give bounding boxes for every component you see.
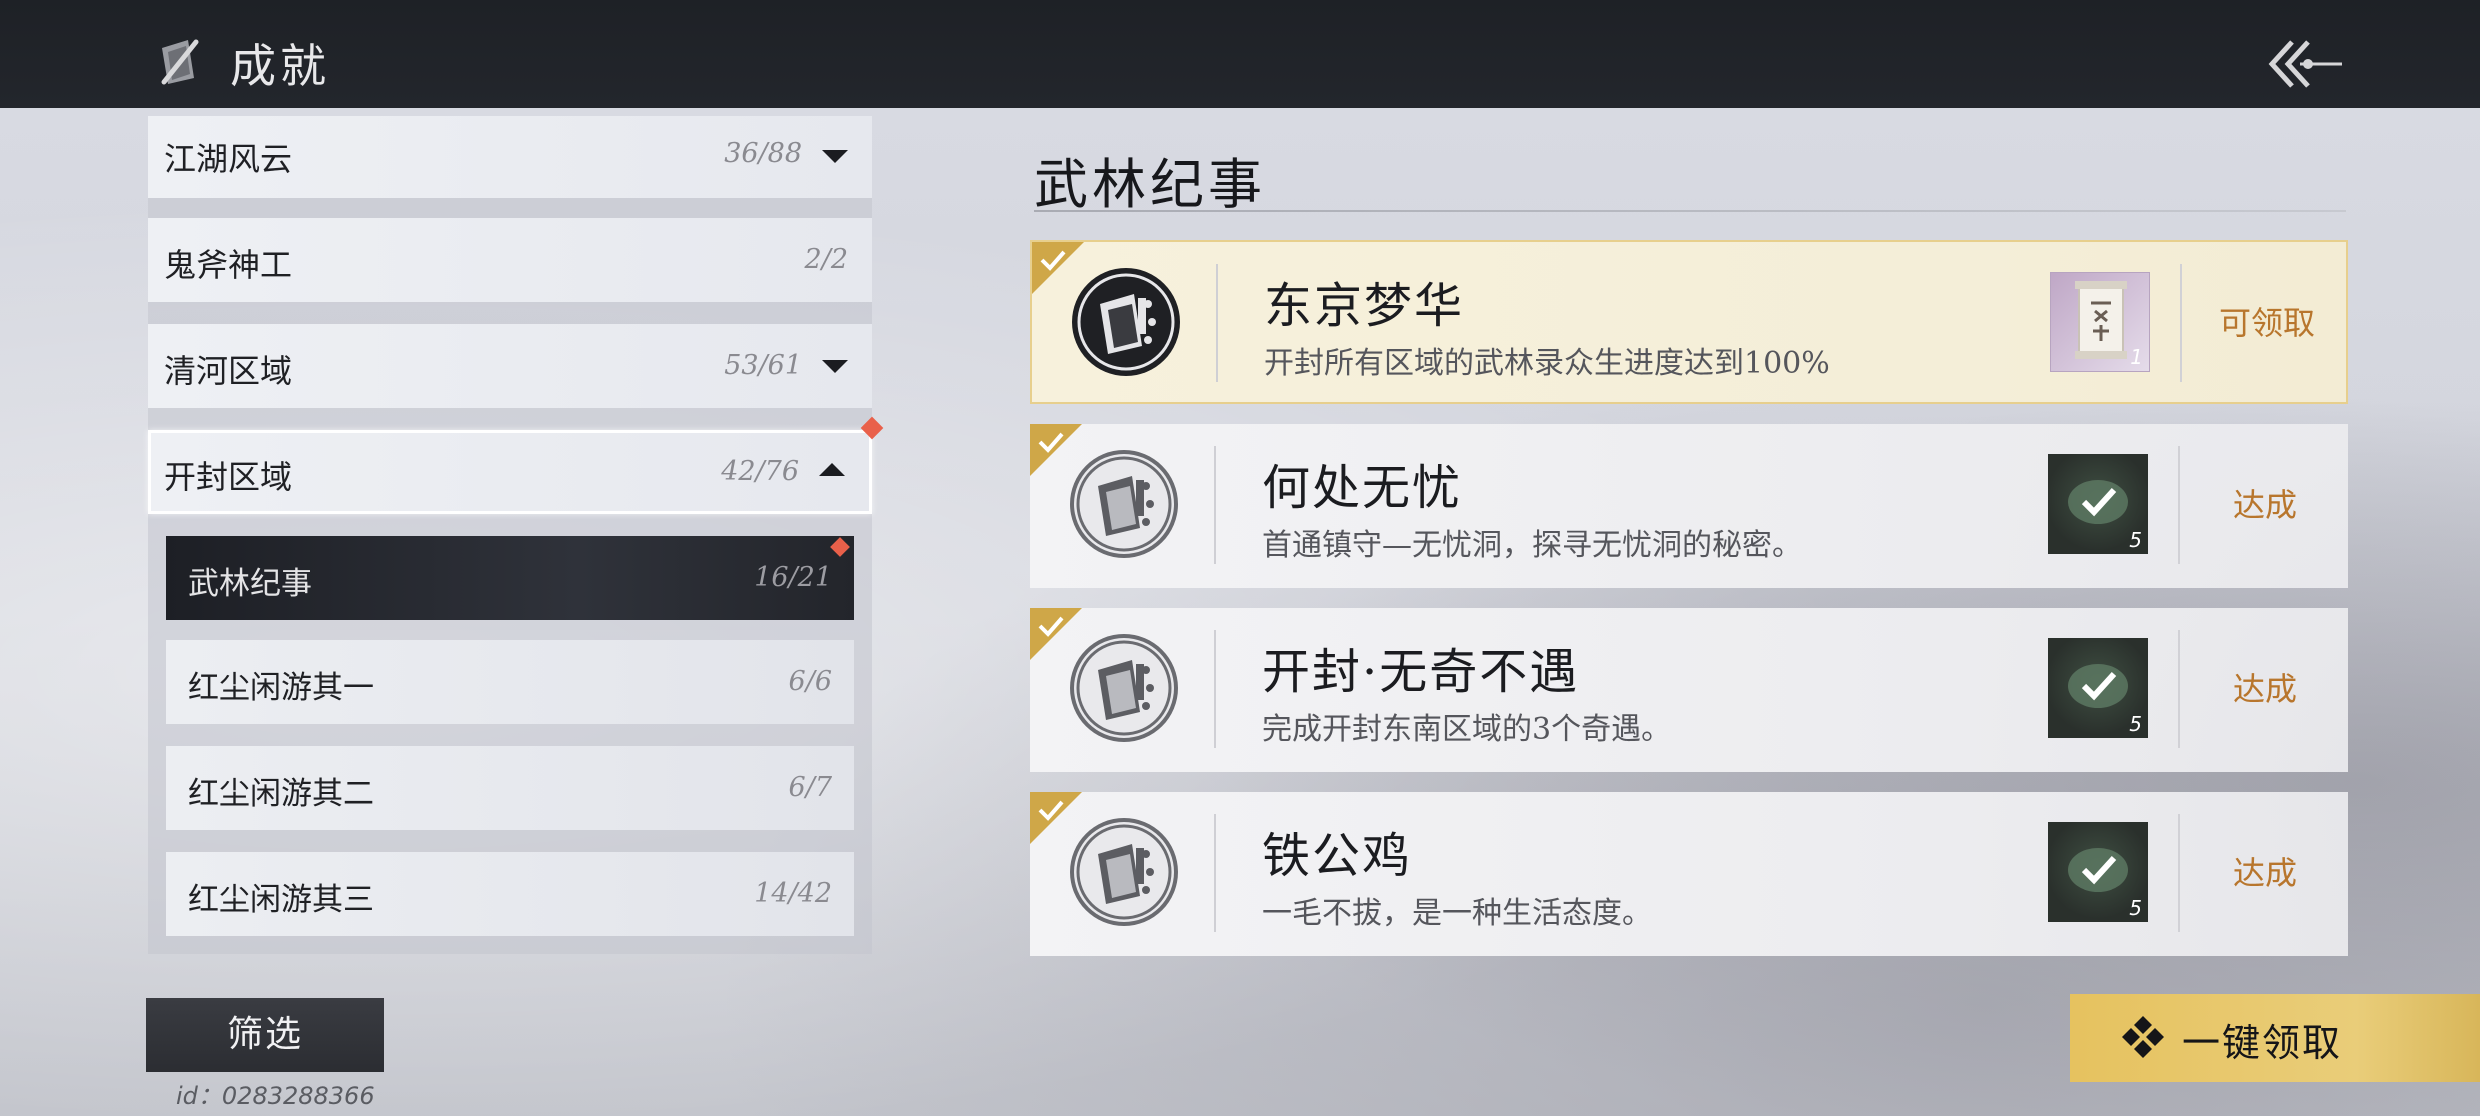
subcategory-count: 6/7 [788,772,832,803]
achievement-medal-icon [1070,450,1178,558]
reward-item[interactable]: 5 [2048,638,2148,738]
achievement-name: 何处无忧 [1262,460,1463,516]
subcategory-wulin[interactable]: 武林纪事 16/21 [166,536,854,620]
category-kaifeng[interactable]: 开封区域 42/76 [148,430,872,514]
card-divider [1214,630,1216,748]
reward-item[interactable]: 1 [2050,272,2150,372]
achievement-medal-icon [1072,268,1180,376]
claim-status-button[interactable]: 可领取 [2192,298,2342,344]
reward-quantity: 5 [2129,896,2142,920]
filter-button[interactable]: 筛选 [146,998,384,1072]
subcategory-label: 红尘闲游其二 [188,776,374,812]
top-bar: 成就 [0,0,2480,108]
achievement-card[interactable]: 铁公鸡 一毛不拔，是一种生活态度。 5 达成 [1030,792,2348,956]
double-chevron-back-icon[interactable] [2262,36,2342,92]
card-divider [2180,264,2182,382]
category-count: 42/76 [721,456,799,487]
diamond-cluster-icon [2122,1016,2164,1058]
subcategory-hongchen-2[interactable]: 红尘闲游其二 6/7 [166,746,854,830]
subcategory-hongchen-1[interactable]: 红尘闲游其一 6/6 [166,640,854,724]
card-divider [1214,446,1216,564]
card-divider [1214,814,1216,932]
category-label: 清河区域 [164,352,293,390]
category-count: 53/61 [724,350,802,381]
section-divider [1034,210,2346,212]
category-jianghu[interactable]: 江湖风云 36/88 [148,116,872,198]
reward-quantity: 5 [2129,712,2142,736]
chevron-up-icon [819,463,845,476]
subcategory-label: 红尘闲游其三 [188,882,374,918]
card-divider [2178,446,2180,564]
brush-scroll-icon [161,39,199,85]
category-qinghe[interactable]: 清河区域 53/61 [148,324,872,408]
card-divider [2178,630,2180,748]
achievement-name: 开封·无奇不遇 [1262,644,1580,700]
subcategory-label: 红尘闲游其一 [188,670,374,706]
achievement-status: 达成 [2232,854,2297,892]
page-title: 成就 [230,39,330,93]
subcategory-count: 16/21 [754,562,832,593]
category-count: 36/88 [724,138,802,169]
achievement-name: 铁公鸡 [1262,828,1413,884]
reward-item[interactable]: 5 [2048,822,2148,922]
subcategory-label: 武林纪事 [188,566,312,602]
subcategory-count: 14/42 [754,878,832,909]
subcategory-count: 6/6 [788,666,832,697]
category-label: 开封区域 [164,458,293,496]
achievement-desc: 完成开封东南区域的3个奇遇。 [1262,712,1672,747]
claim-all-button[interactable]: 一键领取 [2070,994,2480,1082]
achievement-desc: 首通镇守—无忧洞，探寻无忧洞的秘密。 [1262,528,1802,563]
subcategory-hongchen-3[interactable]: 红尘闲游其三 14/42 [166,852,854,936]
reward-item[interactable]: 5 [2048,454,2148,554]
achievement-card[interactable]: 何处无忧 首通镇守—无忧洞，探寻无忧洞的秘密。 5 达成 [1030,424,2348,588]
achievement-medal-icon [1070,818,1178,926]
chevron-down-icon [822,360,848,373]
section-title: 武林纪事 [1034,153,1266,216]
card-divider [1216,264,1218,382]
reward-quantity: 5 [2129,528,2142,552]
user-id-label: id：0283288366 [176,1082,375,1110]
achievement-status: 达成 [2232,486,2297,524]
achievement-status: 达成 [2232,670,2297,708]
category-guifu[interactable]: 鬼斧神工 2/2 [148,218,872,302]
achievement-desc: 一毛不拔，是一种生活态度。 [1262,896,1652,931]
card-divider [2178,814,2180,932]
category-label: 江湖风云 [164,140,293,178]
claim-all-label: 一键领取 [2182,1021,2343,1065]
category-count: 2/2 [804,244,848,275]
category-label: 鬼斧神工 [164,246,293,284]
achievement-medal-icon [1070,634,1178,742]
achievement-card[interactable]: 开封·无奇不遇 完成开封东南区域的3个奇遇。 5 达成 [1030,608,2348,772]
achievement-desc: 开封所有区域的武林录众生进度达到100% [1264,346,1830,381]
chevron-down-icon [822,150,848,163]
reward-quantity: 1 [2130,345,2143,369]
achievement-card[interactable]: 东京梦华 开封所有区域的武林录众生进度达到100% 1 可领取 [1030,240,2348,404]
achievement-name: 东京梦华 [1264,278,1465,334]
